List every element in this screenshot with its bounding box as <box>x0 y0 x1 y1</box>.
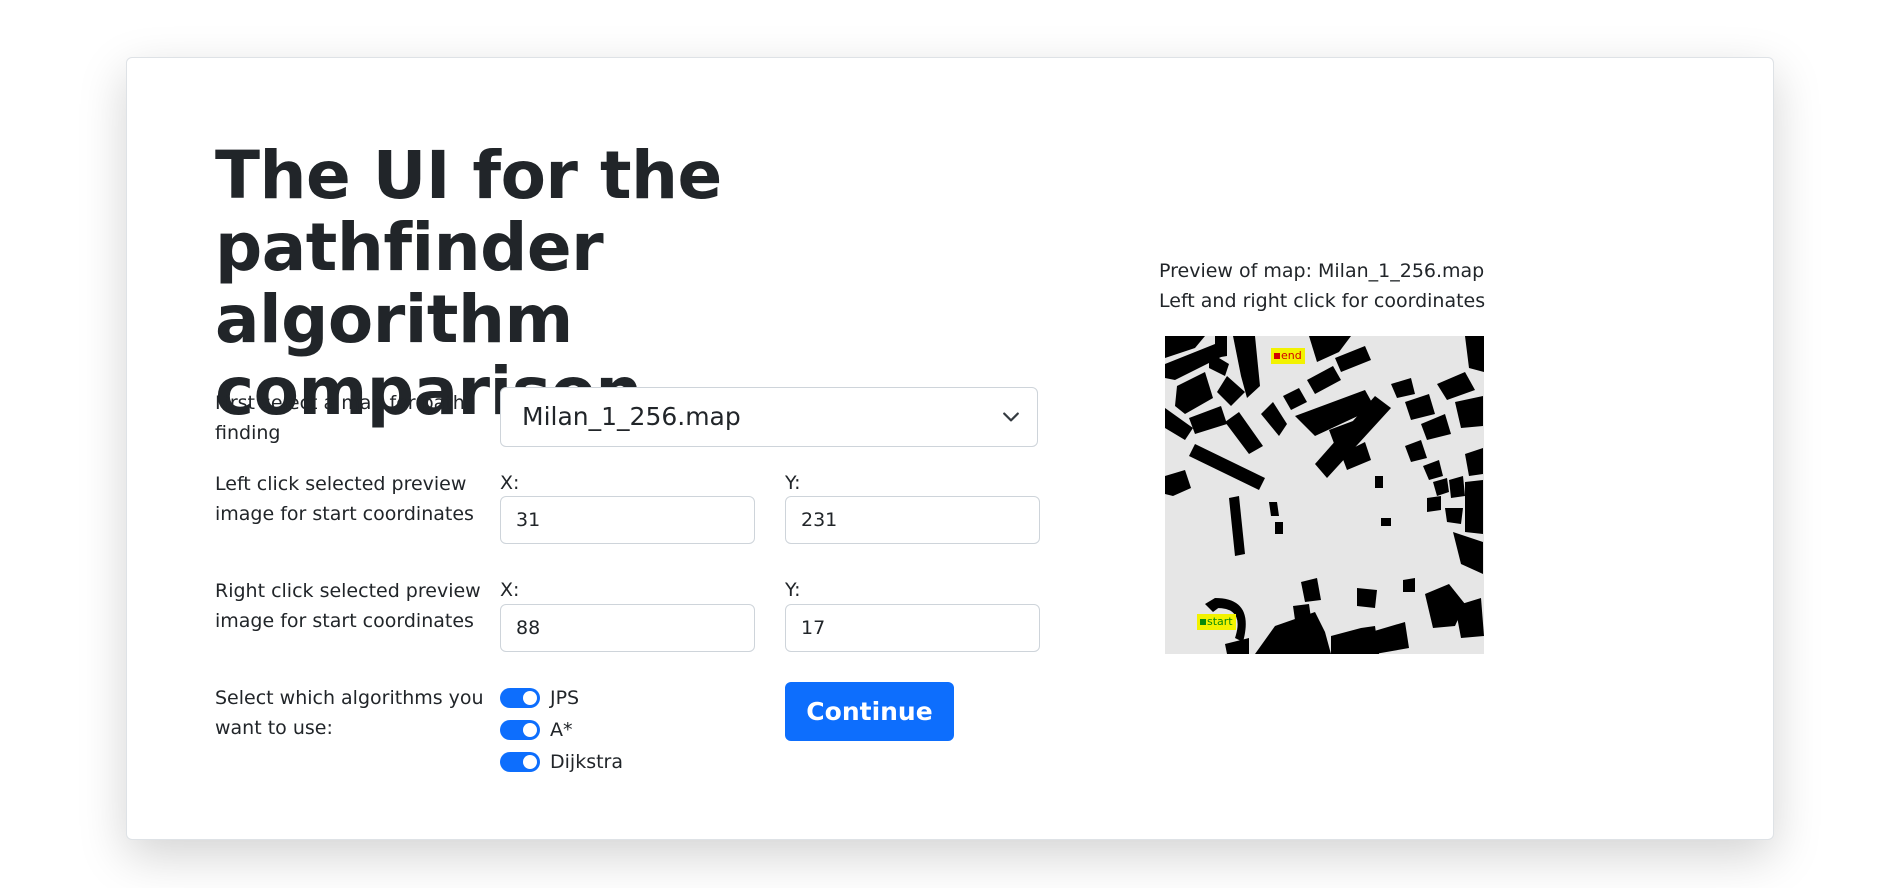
start-marker-square-icon <box>1200 619 1206 625</box>
continue-button[interactable]: Continue <box>785 682 954 741</box>
end-y-label: Y: <box>785 579 801 601</box>
map-select-label: First select a map for path finding <box>215 392 465 444</box>
map-preview[interactable]: end start <box>1165 336 1484 654</box>
start-y-input[interactable]: 231 <box>785 496 1040 544</box>
jps-label: JPS <box>550 687 580 709</box>
end-y-input[interactable]: 17 <box>785 604 1040 652</box>
map-select-value: Milan_1_256.map <box>522 402 741 431</box>
algorithms-label: Select which algorithms you want to use: <box>215 687 484 739</box>
end-x-input[interactable]: 88 <box>500 604 755 652</box>
dijkstra-label: Dijkstra <box>550 751 623 773</box>
end-x-label: X: <box>500 579 520 601</box>
chevron-down-icon <box>1003 412 1019 422</box>
start-y-label: Y: <box>785 472 801 494</box>
start-marker-label: start <box>1207 615 1233 628</box>
end-marker-label: end <box>1281 349 1302 362</box>
start-marker: start <box>1197 614 1236 630</box>
map-select[interactable]: Milan_1_256.map <box>500 387 1038 447</box>
jps-toggle[interactable] <box>500 688 540 708</box>
algorithm-option-astar[interactable]: A* <box>500 717 573 743</box>
page-title: The UI for the pathfinder algorithm comp… <box>215 137 722 430</box>
dijkstra-toggle[interactable] <box>500 752 540 772</box>
start-x-input[interactable]: 31 <box>500 496 755 544</box>
algorithm-option-dijkstra[interactable]: Dijkstra <box>500 749 623 775</box>
end-marker: end <box>1271 348 1305 364</box>
end-coords-label: Right click selected preview image for s… <box>215 580 481 632</box>
map-obstacles <box>1165 336 1484 654</box>
start-coords-label: Left click selected preview image for st… <box>215 473 474 525</box>
astar-toggle[interactable] <box>500 720 540 740</box>
end-marker-square-icon <box>1274 353 1280 359</box>
preview-hint: Left and right click for coordinates <box>1159 290 1486 312</box>
start-x-label: X: <box>500 472 520 494</box>
algorithm-option-jps[interactable]: JPS <box>500 685 579 711</box>
astar-label: A* <box>550 719 573 741</box>
preview-title: Preview of map: Milan_1_256.map <box>1159 260 1485 282</box>
